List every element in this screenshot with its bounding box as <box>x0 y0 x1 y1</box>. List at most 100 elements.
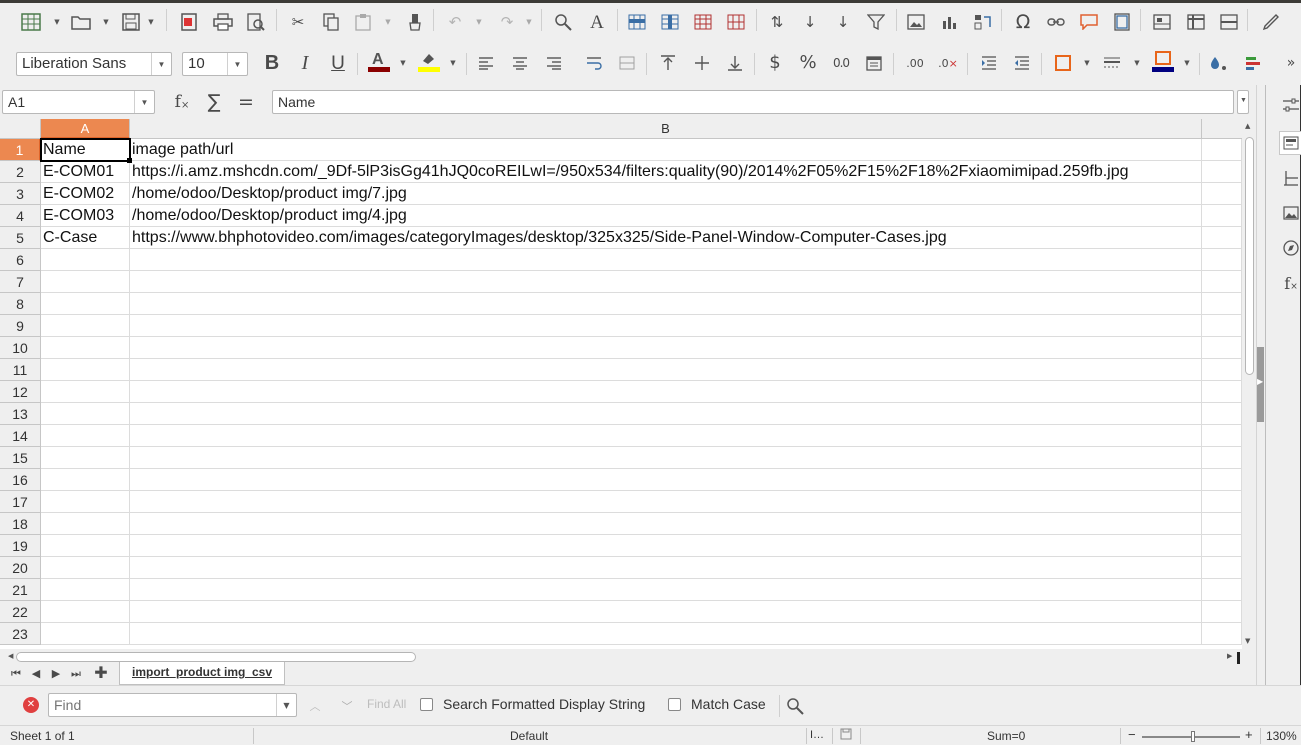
underline-icon[interactable]: U <box>325 50 351 76</box>
page-style[interactable]: Default <box>510 729 548 743</box>
chevron-down-icon[interactable]: ▼ <box>276 694 296 716</box>
hyperlink-icon[interactable] <box>1043 9 1069 35</box>
cell-c[interactable] <box>1202 513 1242 535</box>
percent-format-icon[interactable]: % <box>795 50 821 76</box>
cell-c[interactable] <box>1202 491 1242 513</box>
column-header-b[interactable]: B <box>130 119 1202 139</box>
cell-a[interactable] <box>41 381 130 403</box>
new-dropdown-icon[interactable]: ▼ <box>52 9 62 35</box>
scroll-up-icon[interactable]: ▲ <box>1245 122 1250 130</box>
sort-descending-icon[interactable]: ↓ <box>830 9 856 35</box>
split-window-icon[interactable] <box>1216 9 1242 35</box>
cell-a[interactable] <box>41 513 130 535</box>
font-color-icon[interactable]: A <box>366 49 392 75</box>
cell-c[interactable] <box>1202 359 1242 381</box>
cell-c[interactable] <box>1202 535 1242 557</box>
cell-a[interactable] <box>41 403 130 425</box>
select-all-corner[interactable] <box>0 119 41 139</box>
functions-icon[interactable]: f × <box>1279 271 1301 295</box>
cell-b[interactable] <box>130 623 1202 645</box>
font-size-box[interactable]: 10 ▼ <box>182 52 248 76</box>
sidebar-collapse-handle[interactable]: ▶ <box>1257 347 1264 422</box>
row-header[interactable]: 1 <box>0 139 41 161</box>
find-previous-icon[interactable]: ︿ <box>302 693 328 719</box>
cell-c[interactable] <box>1202 623 1242 645</box>
cell-c[interactable] <box>1202 337 1242 359</box>
close-find-bar-icon[interactable]: ✕ <box>23 697 39 713</box>
find-input[interactable] <box>49 694 275 716</box>
insert-image-icon[interactable] <box>903 9 929 35</box>
row-header[interactable]: 4 <box>0 205 41 227</box>
cell-b[interactable]: /home/odoo/Desktop/product img/4.jpg <box>130 205 1202 227</box>
cell-c[interactable] <box>1202 447 1242 469</box>
cell-a[interactable] <box>41 579 130 601</box>
row-header[interactable]: 21 <box>0 579 41 601</box>
decrease-indent-icon[interactable] <box>1009 50 1035 76</box>
zoom-slider-thumb[interactable] <box>1191 731 1195 742</box>
row-icon[interactable] <box>624 9 650 35</box>
sheet-tab-import-product-img-csv[interactable]: import_product img_csv <box>119 662 286 685</box>
cell-a[interactable]: E-COM01 <box>41 161 130 183</box>
conditional-format-icon[interactable] <box>1206 50 1232 76</box>
align-bottom-icon[interactable] <box>722 50 748 76</box>
scroll-left-icon[interactable]: ◀ <box>8 652 13 660</box>
cell-b[interactable] <box>130 535 1202 557</box>
cell-b[interactable] <box>130 315 1202 337</box>
redo-dropdown-icon[interactable]: ▼ <box>524 9 534 35</box>
more-options-icon[interactable]: » <box>1278 50 1301 76</box>
cell-b[interactable] <box>130 359 1202 381</box>
name-box[interactable]: A1 ▼ <box>2 90 155 114</box>
sort-ascending-icon[interactable]: ↓ <box>797 9 823 35</box>
active-cell-a1[interactable]: Name <box>40 138 132 163</box>
cell-b[interactable] <box>130 601 1202 623</box>
scroll-down-icon[interactable]: ▼ <box>1245 637 1250 645</box>
highlight-color-icon[interactable] <box>416 49 442 75</box>
function-wizard-icon[interactable]: f × <box>169 89 195 115</box>
match-case-checkbox[interactable] <box>668 698 681 711</box>
redo-icon[interactable]: ↷ <box>494 9 520 35</box>
clone-formatting-icon[interactable] <box>402 9 428 35</box>
sum-icon[interactable]: ∑ <box>201 89 227 115</box>
delete-row-icon[interactable] <box>690 9 716 35</box>
row-header[interactable]: 9 <box>0 315 41 337</box>
zoom-level[interactable]: 130% <box>1266 729 1297 743</box>
styles-sidebar-icon[interactable] <box>1279 131 1301 155</box>
save-dropdown-icon[interactable]: ▼ <box>146 9 156 35</box>
row-header[interactable]: 6 <box>0 249 41 271</box>
add-decimal-icon[interactable]: .00 <box>902 50 928 76</box>
comment-icon[interactable] <box>1076 9 1102 35</box>
row-header[interactable]: 13 <box>0 403 41 425</box>
cell-a[interactable] <box>41 293 130 315</box>
cell-b[interactable]: image path/url <box>130 139 1202 161</box>
increase-indent-icon[interactable] <box>976 50 1002 76</box>
column-icon[interactable] <box>657 9 683 35</box>
cell-a[interactable] <box>41 601 130 623</box>
next-sheet-icon[interactable]: ▶ <box>46 663 66 683</box>
search-formatted-checkbox[interactable] <box>420 698 433 711</box>
navigator-icon[interactable] <box>1279 236 1301 260</box>
cell-b[interactable]: https://www.bhphotovideo.com/images/cate… <box>130 227 1202 249</box>
cell-c[interactable] <box>1202 579 1242 601</box>
gallery-icon[interactable] <box>1279 166 1301 190</box>
cell-a[interactable] <box>41 315 130 337</box>
cell-b[interactable] <box>130 337 1202 359</box>
column-header-c[interactable] <box>1202 119 1242 139</box>
export-pdf-icon[interactable] <box>176 9 202 35</box>
find-all-button[interactable]: Find All <box>367 697 406 711</box>
cell-a[interactable] <box>41 249 130 271</box>
sort-icon[interactable]: ⇅ <box>764 9 790 35</box>
bold-icon[interactable]: B <box>259 50 285 76</box>
delete-column-icon[interactable] <box>723 9 749 35</box>
italic-icon[interactable]: I <box>292 50 318 76</box>
cell-c[interactable] <box>1202 403 1242 425</box>
horizontal-scroll-thumb[interactable] <box>16 652 416 662</box>
row-header[interactable]: 16 <box>0 469 41 491</box>
align-right-icon[interactable] <box>541 50 567 76</box>
autofilter-icon[interactable] <box>863 9 889 35</box>
align-left-icon[interactable] <box>473 50 499 76</box>
merge-cells-icon[interactable] <box>614 50 640 76</box>
cell-a[interactable] <box>41 535 130 557</box>
add-sheet-icon[interactable]: ✚ <box>91 663 111 683</box>
highlight-dropdown-icon[interactable]: ▼ <box>448 50 458 76</box>
styles-icon[interactable] <box>1241 50 1267 76</box>
